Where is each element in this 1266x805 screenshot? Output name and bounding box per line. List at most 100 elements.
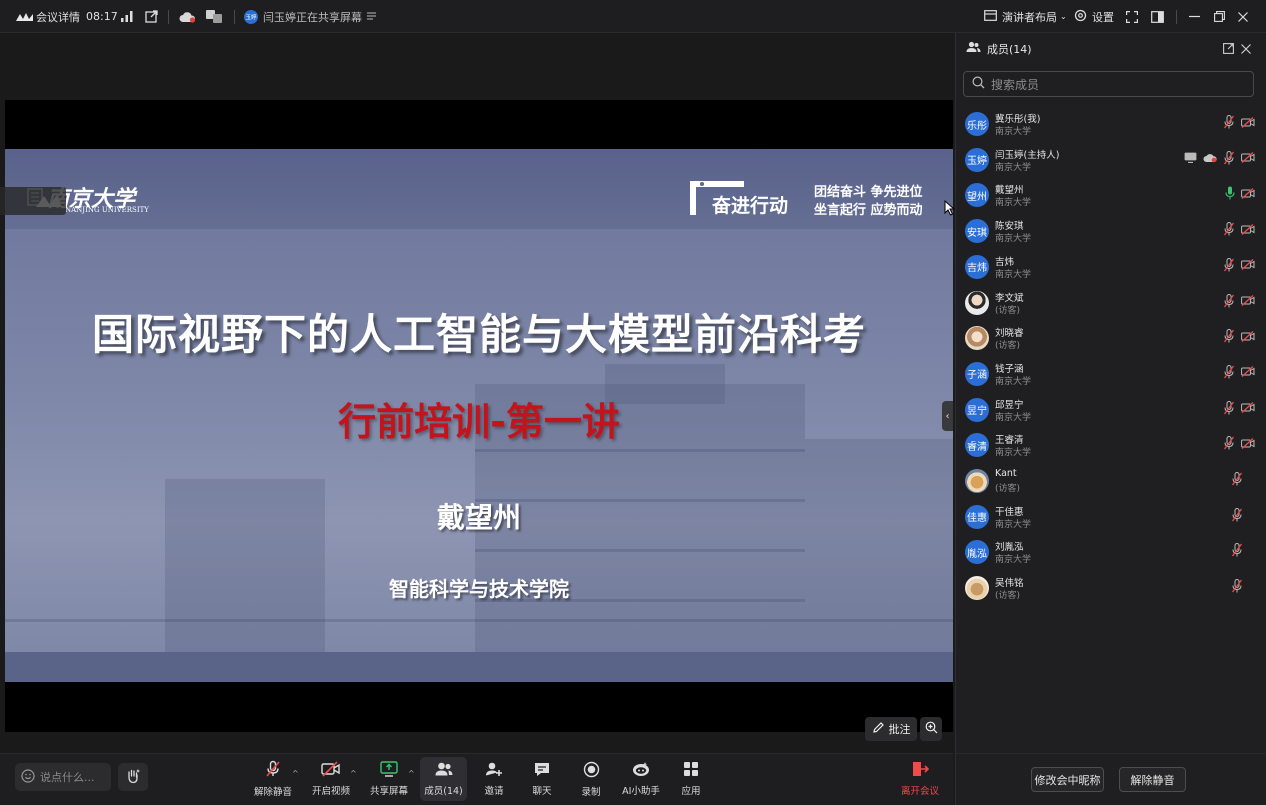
member-row[interactable]: 胤泓 刘胤泓 南京大学 [956,536,1266,571]
member-organization: 南京大学 [995,448,1032,459]
start-video-button[interactable]: 开启视频 [306,757,356,801]
avatar: 睿清 [965,433,989,458]
invite-label: 邀请 [484,786,504,797]
popout-icon[interactable] [1223,43,1234,57]
member-status-icons [1223,257,1255,273]
close-panel-icon[interactable] [1241,43,1251,57]
raise-hand-button[interactable] [118,763,148,791]
minimize-icon[interactable] [1189,0,1200,33]
members-button[interactable]: 成员(14) [420,757,467,801]
mic-off-icon [1223,222,1235,236]
mouse-cursor-icon [944,199,956,219]
video-thumbnail-icon [36,196,62,207]
restore-icon[interactable] [1214,0,1225,33]
sharing-status-text: 闫玉婷正在共享屏幕 [263,10,362,24]
layout-button[interactable]: 演讲者布局 ⌄ [984,0,1067,33]
layout-label: 演讲者布局 [1002,10,1057,24]
apps-grid-icon [683,761,699,780]
member-row[interactable]: 佳惠 干佳惠 南京大学 [956,501,1266,536]
sharing-indicator[interactable]: 玉婷 闫玉婷正在共享屏幕 [244,0,376,33]
avatar: 安琪 [965,219,989,244]
annotate-button[interactable]: 批注 [865,717,917,741]
member-row[interactable]: 乐彤 冀乐彤(我) 南京大学 [956,108,1266,143]
cloud-record-icon[interactable] [179,0,196,33]
share-link-icon[interactable] [145,0,158,33]
chat-button[interactable]: 聊天 [517,757,567,801]
audio-options-chevron-icon[interactable]: ^ [292,769,299,778]
member-status-icons [1223,435,1255,451]
chat-placeholder: 说点什么... [40,771,95,784]
member-status-icons [1223,364,1255,380]
camera-off-icon [321,761,341,780]
mic-off-icon [1231,472,1243,486]
mic-off-icon [1223,293,1235,308]
avatar [965,576,989,601]
member-row[interactable]: 刘晓睿 (访客) [956,322,1266,357]
member-status-icons [1223,293,1255,309]
unmute-button[interactable]: 解除静音 [248,757,298,801]
video-options-chevron-icon[interactable]: ^ [350,769,357,778]
rename-button[interactable]: 修改会中昵称 [1031,767,1104,792]
member-row[interactable]: 吴伟铭 (访客) [956,572,1266,607]
record-button[interactable]: 录制 [566,757,616,801]
ai-assistant-button[interactable]: AI小助手 [616,757,666,801]
avatar: 玉婷 [965,147,989,172]
slogan-line-2: 坐言起行 应势而动 [814,203,923,218]
member-row[interactable]: Kant (访客) [956,465,1266,500]
leave-label: 离开会议 [900,786,939,797]
ai-assistant-label: AI小助手 [622,786,660,797]
unmute-all-button[interactable]: 解除静音 [1119,767,1186,792]
zoom-button[interactable] [920,717,942,741]
members-panel-header: 成员(14) [956,33,1266,64]
member-row[interactable]: 睿清 王睿清 南京大学 [956,429,1266,464]
share-screen-button[interactable]: 共享屏幕 [364,757,414,801]
slide-title: 国际视野下的人工智能与大模型前沿科考 [91,310,866,359]
mic-off-icon [1223,364,1235,379]
avatar [965,326,989,351]
member-row[interactable]: 玉婷 闫玉婷(主持人) 南京大学 [956,144,1266,179]
floating-video-tab[interactable] [0,187,66,215]
apps-button[interactable]: 应用 [666,757,716,801]
leave-meeting-button[interactable]: 离开会议 [896,757,944,801]
member-organization: (访客) [995,484,1021,494]
emoji-icon [21,768,35,786]
camera-off-icon [1241,152,1255,164]
member-organization: 南京大学 [995,234,1032,245]
member-name: 钱子涵 [995,363,1024,375]
close-window-icon[interactable] [1238,0,1248,33]
sidebar-toggle-icon[interactable] [1151,0,1164,33]
member-organization: 南京大学 [995,269,1032,280]
camera-off-icon [1241,295,1255,306]
mic-off-icon [1223,257,1235,272]
top-bar: 会议详情 08:17 玉婷 闫玉婷正在共享屏幕 演讲者布局 ⌄ 设置 [0,0,1266,33]
member-row[interactable]: 李文斌 (访客) [956,287,1266,322]
collapse-panel-handle[interactable]: ‹ [942,401,953,431]
member-row[interactable]: 子涵 钱子涵 南京大学 [956,358,1266,393]
member-row[interactable]: 吉炜 吉炜 南京大学 [956,251,1266,286]
share-options-chevron-icon[interactable]: ^ [408,769,415,778]
mic-off-icon [1223,115,1235,129]
member-status-icons [1231,578,1255,594]
mic-off-icon [1223,436,1235,450]
settings-button[interactable]: 设置 [1074,0,1114,33]
member-search-input[interactable]: 搜索成员 [963,71,1254,97]
translate-icon[interactable] [206,0,223,33]
member-organization: 南京大学 [995,519,1032,530]
member-organization: 南京大学 [995,198,1032,209]
member-row[interactable]: 望州 戴望州 南京大学 [956,179,1266,214]
gear-icon [1074,9,1087,25]
quick-chat-input[interactable]: 说点什么... [15,763,111,791]
members-panel-title: 成员(14) [987,42,1032,56]
camera-off-icon [1241,187,1255,199]
invite-button[interactable]: 邀请 [469,757,519,801]
meeting-details-button[interactable]: 会议详情 [16,0,80,33]
start-video-label: 开启视频 [311,786,350,797]
members-panel: 成员(14) 搜索成员 修改会中昵称 解除静音 乐彤 冀乐彤(我) 南京大学 玉婷 闫玉… [955,33,1266,805]
fullscreen-icon[interactable] [1126,0,1138,33]
member-row[interactable]: 昱宁 邱昱宁 南京大学 [956,394,1266,429]
slogan-line-1: 团结奋斗 争先进位 [814,185,923,200]
member-name: Kant [995,468,1017,479]
signal-icon[interactable] [121,0,133,33]
member-row[interactable]: 安琪 陈安琪 南京大学 [956,215,1266,250]
annotate-label: 批注 [888,723,911,736]
